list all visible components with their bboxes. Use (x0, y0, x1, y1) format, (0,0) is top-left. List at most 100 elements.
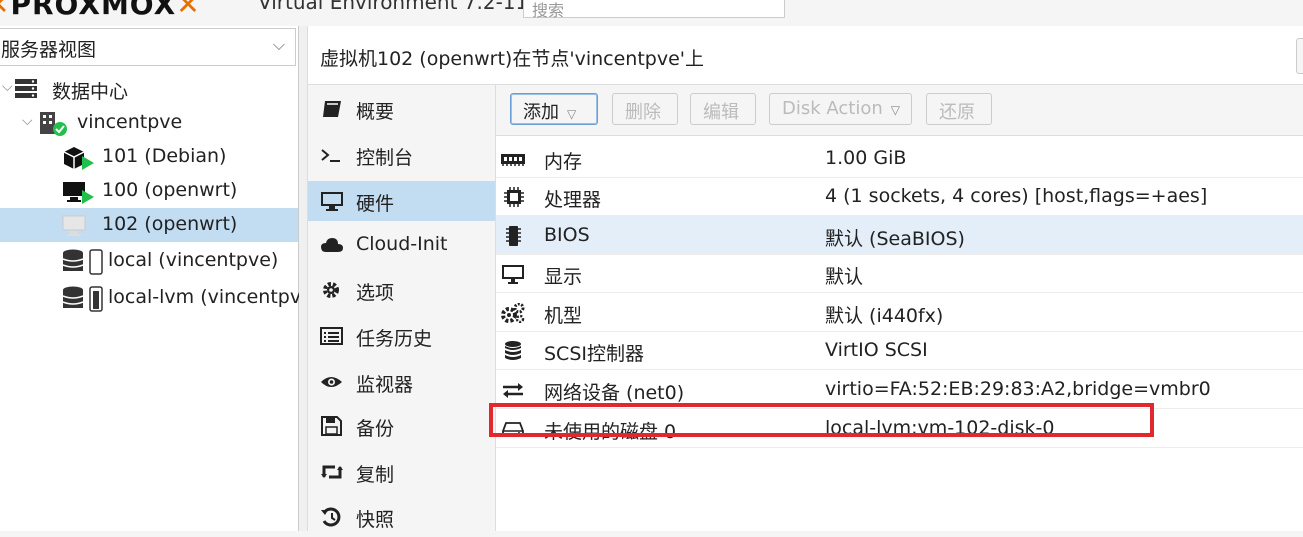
nav-cloud-init[interactable]: Cloud-Init (308, 225, 495, 265)
nav-console[interactable]: 控制台 (308, 135, 495, 175)
disk-action-button[interactable]: Disk Action ▽ (769, 93, 912, 125)
floppy-icon (321, 416, 342, 436)
proxmox-logo: ✕PROXMOX✕ (0, 0, 201, 21)
nav-task-history[interactable]: 任务历史 (308, 316, 495, 356)
revert-button[interactable]: 还原 (926, 93, 992, 125)
product-version: Virtual Environment 7.2-11 (258, 0, 529, 14)
microchip-icon (506, 226, 521, 246)
hw-name: 内存 (544, 151, 583, 173)
nav-options[interactable]: 选项 (308, 270, 495, 310)
nav-label: 任务历史 (356, 328, 433, 350)
nav-hardware[interactable]: 硬件 (308, 181, 495, 221)
chevron-down-icon: ▽ (567, 107, 577, 121)
tree-item-label: vincentpve (77, 111, 183, 133)
tree-item-label: 102 (openwrt) (102, 213, 238, 235)
hw-name: 显示 (544, 266, 583, 288)
nav-label: 选项 (356, 282, 395, 304)
main-panel: 虚拟机102 (openwrt)在节点'vincentpve'上 概要 控制台 … (307, 26, 1303, 531)
desktop-icon (502, 265, 524, 284)
nav-label: 备份 (356, 418, 395, 440)
remove-button[interactable]: 删除 (612, 93, 678, 125)
hw-row-machine[interactable]: 机型 默认 (i440fx) (496, 293, 1303, 332)
search-input[interactable]: 搜索 (523, 0, 785, 20)
container-running-icon (63, 147, 94, 170)
cogs-icon (501, 303, 525, 323)
server-icon (15, 79, 37, 98)
nav-label: 监视器 (356, 374, 414, 396)
resource-tree-panel: 服务器视图 ⌵ ⌵ 数据中心 ⌵ vincentpve 101 (Debian) (0, 26, 313, 531)
storage-icon (62, 249, 103, 275)
disk-action-label: Disk Action (782, 98, 883, 119)
caret-icon: ⌵ (22, 113, 33, 129)
memory-icon (501, 154, 525, 166)
edit-button[interactable]: 编辑 (690, 93, 756, 125)
vm-stopped-icon (62, 215, 86, 236)
retweet-icon (321, 465, 343, 479)
start-button[interactable] (1296, 38, 1303, 74)
hw-name: 处理器 (544, 189, 602, 211)
cpu-icon (504, 187, 524, 207)
nav-label: 概要 (356, 101, 395, 123)
tree-item-storage-local-lvm[interactable]: local-lvm (vincentpve (0, 281, 313, 315)
chevron-down-icon: ▽ (890, 103, 900, 117)
vm-running-icon (63, 182, 94, 204)
view-selector-label: 服务器视图 (1, 39, 97, 61)
vm-subnav: 概要 控制台 硬件 Cloud-Init 选项 任务历史 监视器 备份 复制 快… (308, 85, 496, 531)
nav-snapshots[interactable]: 快照 (308, 497, 495, 537)
nav-monitor[interactable]: 监视器 (308, 362, 495, 402)
storage-icon (62, 286, 103, 312)
hw-row-unused-disk[interactable]: 未使用的磁盘 0 local-lvm:vm-102-disk-0 (489, 403, 1303, 448)
hardware-content: 添加 ▽ 删除 编辑 Disk Action ▽ 还原 内存 1.00 GiB 处理… (489, 85, 1303, 531)
splitter[interactable] (299, 26, 307, 531)
tree-item-label: local (vincentpve) (108, 249, 279, 271)
cloud-icon (321, 238, 343, 252)
tree-item-node[interactable]: ⌵ vincentpve (0, 106, 298, 140)
hw-value: VirtIO SCSI (825, 339, 928, 361)
vm-title-bar: 虚拟机102 (openwrt)在节点'vincentpve'上 (308, 26, 1303, 85)
hw-row-bios[interactable]: BIOS 默认 (SeaBIOS) (496, 216, 1303, 255)
nav-label: 硬件 (356, 193, 395, 215)
hw-row-scsi[interactable]: SCSI控制器 VirtIO SCSI (496, 331, 1303, 370)
hw-name: BIOS (544, 224, 590, 246)
terminal-icon (321, 149, 340, 162)
monitor-icon (321, 192, 343, 211)
nav-replication[interactable]: 复制 (308, 452, 495, 492)
add-button[interactable]: 添加 ▽ (510, 93, 598, 125)
top-bar: ✕PROXMOX✕ Virtual Environment 7.2-11 搜索 (0, 0, 1303, 26)
gear-icon (323, 282, 339, 298)
hw-row-processor[interactable]: 处理器 4 (1 sockets, 4 cores) [host,flags=+… (496, 177, 1303, 216)
tree-item-vm-101[interactable]: 101 (Debian) (0, 140, 298, 174)
tree-item-label: local-lvm (vincentpve (108, 286, 313, 308)
tree-item-vm-102[interactable]: 102 (openwrt) (0, 208, 298, 242)
nav-label: 复制 (356, 464, 395, 486)
building-icon (40, 112, 67, 136)
view-selector[interactable]: 服务器视图 ⌵ (0, 28, 296, 66)
tree-item-storage-local[interactable]: local (vincentpve) (0, 244, 298, 278)
hardware-toolbar: 添加 ▽ 删除 编辑 Disk Action ▽ 还原 (496, 85, 1303, 136)
hw-row-memory[interactable]: 内存 1.00 GiB (496, 139, 1303, 178)
list-icon (320, 327, 343, 345)
highlight-box (489, 403, 1154, 437)
eye-icon (321, 377, 342, 387)
nav-label: Cloud-Init (356, 233, 448, 255)
hw-value: 默认 (825, 266, 864, 288)
hw-value: 默认 (i440fx) (825, 305, 944, 327)
book-icon (323, 101, 341, 117)
hw-row-display[interactable]: 显示 默认 (496, 254, 1303, 293)
caret-icon: ⌵ (2, 79, 13, 95)
tree-item-datacenter[interactable]: ⌵ 数据中心 (0, 72, 298, 106)
tree-item-label: 100 (openwrt) (102, 179, 238, 201)
hw-value: virtio=FA:52:EB:29:83:A2,bridge=vmbr0 (825, 378, 1211, 400)
page-title: 虚拟机102 (openwrt)在节点'vincentpve'上 (320, 48, 704, 70)
tree-item-vm-100[interactable]: 100 (openwrt) (0, 174, 298, 208)
history-icon (321, 507, 341, 527)
hw-name: SCSI控制器 (544, 343, 644, 365)
database-icon (505, 341, 521, 360)
nav-label: 控制台 (356, 147, 414, 169)
tree-item-label: 101 (Debian) (102, 145, 227, 167)
hw-value: 4 (1 sockets, 4 cores) [host,flags=+aes] (825, 185, 1208, 207)
chevron-down-icon: ⌵ (272, 35, 285, 54)
exchange-icon (503, 383, 523, 398)
nav-summary[interactable]: 概要 (308, 89, 495, 129)
nav-backup[interactable]: 备份 (308, 406, 495, 446)
